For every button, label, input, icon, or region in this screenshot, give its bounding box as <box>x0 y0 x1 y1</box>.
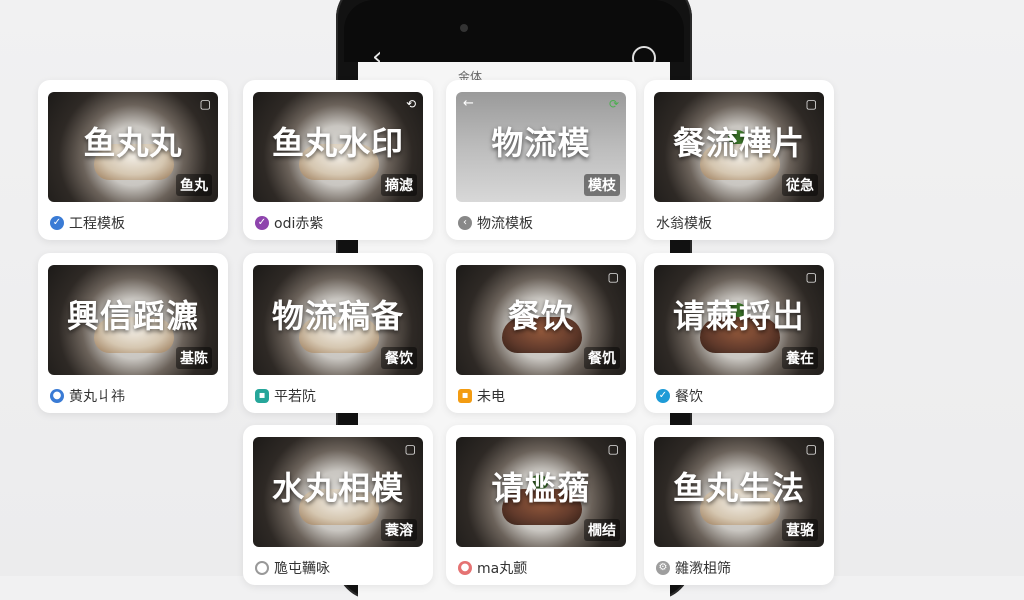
card-thumbnail: ▢ 请蕀捋岀 養在 <box>654 265 824 375</box>
thumbnail-title: 鱼丸生法 <box>672 469 805 507</box>
card-thumbnail: ← ⟳ 物流模 模枝 <box>456 92 626 202</box>
card-caption: ● 黄丸丩祎 <box>50 386 218 406</box>
thumbnail-title: 物流稿备 <box>271 297 404 335</box>
thumbnail-title: 水丸相模 <box>271 469 404 507</box>
card-caption: 卼屯韉咏 <box>255 558 423 578</box>
thumbnail-title: 餐流樺片 <box>672 124 805 162</box>
shield-check-icon: ✓ <box>50 216 64 230</box>
thumbnail-tag: 葚骆 <box>782 519 818 541</box>
thumbnail-tag: 摘滤 <box>381 174 417 196</box>
chat-icon: ▢ <box>607 270 619 284</box>
card-caption: ✓ odi赤紫 <box>255 213 423 233</box>
gear-icon: ⚙ <box>656 561 670 575</box>
template-card[interactable]: ▢ 餐饮 餐饥 ▪ 未电 <box>446 253 636 413</box>
thumbnail-tag: 模枝 <box>584 174 620 196</box>
thumbnail-tag: 鱼丸 <box>176 174 212 196</box>
thumbnail-title: 興信蹈瀌 <box>66 297 199 335</box>
thumbnail-tag: 橌结 <box>584 519 620 541</box>
card-caption: ▪ 未电 <box>458 386 626 406</box>
card-thumbnail: ▢ 餐饮 餐饥 <box>456 265 626 375</box>
arrow-left-icon: ‹ <box>458 216 472 230</box>
template-card[interactable]: 物流稿备 餐饮 ▪ 平若阬 <box>243 253 433 413</box>
card-caption-text: 雜漖柤筛 <box>675 561 731 577</box>
thumbnail-title: 鱼丸丸 <box>83 124 183 162</box>
card-thumbnail: ⟲ 鱼丸水印 摘滤 <box>253 92 423 202</box>
card-caption-text: 未电 <box>477 389 505 405</box>
box-icon: ▪ <box>458 389 472 403</box>
card-caption-text: 水翁模板 <box>656 216 712 232</box>
check-heart-icon: ✓ <box>255 216 269 230</box>
chat-icon: ▢ <box>199 97 211 111</box>
thumbnail-tag: 基陈 <box>176 347 212 369</box>
card-thumbnail: 興信蹈瀌 基陈 <box>48 265 218 375</box>
card-caption-text: 平若阬 <box>274 389 316 405</box>
thumbnail-title: 物流模 <box>491 124 591 162</box>
card-caption-text: 餐饮 <box>675 389 703 405</box>
chat-icon: ▢ <box>805 97 817 111</box>
chat-icon: ▪ <box>255 389 269 403</box>
user-icon: ● <box>50 389 64 403</box>
template-card[interactable]: ▢ 餐流樺片 従急 水翁模板 <box>644 80 834 240</box>
template-card[interactable]: ▢ 鱼丸丸 鱼丸 ✓ 工程模板 <box>38 80 228 240</box>
thumbnail-tag: 養在 <box>782 347 818 369</box>
thumbnail-title: 餐饮 <box>507 297 574 335</box>
template-card[interactable]: ← ⟳ 物流模 模枝 ‹ 物流模板 <box>446 80 636 240</box>
template-card[interactable]: ⟲ 鱼丸水印 摘滤 ✓ odi赤紫 <box>243 80 433 240</box>
thumbnail-tag: 餐饮 <box>381 347 417 369</box>
chat-icon: ▢ <box>805 442 817 456</box>
card-thumbnail: ▢ 鱼丸丸 鱼丸 <box>48 92 218 202</box>
card-caption-text: odi赤紫 <box>274 216 324 232</box>
card-caption: ✓ 餐饮 <box>656 386 824 406</box>
card-caption: ✓ 工程模板 <box>50 213 218 233</box>
arrow-left-icon: ← <box>463 96 474 111</box>
thumbnail-tag: 従急 <box>782 174 818 196</box>
card-caption-text: 卼屯韉咏 <box>274 561 330 577</box>
template-card[interactable]: ▢ 请槛蕕 橌结 ● ma丸颤 <box>446 425 636 585</box>
card-caption: ● ma丸颤 <box>458 558 626 578</box>
tag-icon: ● <box>458 561 472 575</box>
thumbnail-title: 请槛蕕 <box>491 469 591 507</box>
card-thumbnail: ▢ 水丸相模 蓑溶 <box>253 437 423 547</box>
thumbnail-tag: 蓑溶 <box>381 519 417 541</box>
card-caption: ⚙ 雜漖柤筛 <box>656 558 824 578</box>
check-icon: ✓ <box>656 389 670 403</box>
card-thumbnail: ▢ 请槛蕕 橌结 <box>456 437 626 547</box>
card-caption-text: 物流模板 <box>477 216 533 232</box>
card-caption: 水翁模板 <box>656 213 824 233</box>
camera-dot <box>460 24 468 32</box>
template-card[interactable]: 興信蹈瀌 基陈 ● 黄丸丩祎 <box>38 253 228 413</box>
circle-icon <box>255 561 269 575</box>
card-caption-text: ma丸颤 <box>477 561 528 577</box>
thumbnail-title: 鱼丸水印 <box>271 124 404 162</box>
template-card[interactable]: ▢ 鱼丸生法 葚骆 ⚙ 雜漖柤筛 <box>644 425 834 585</box>
thumbnail-title: 请蕀捋岀 <box>672 297 805 335</box>
card-caption: ▪ 平若阬 <box>255 386 423 406</box>
template-card[interactable]: ▢ 水丸相模 蓑溶 卼屯韉咏 <box>243 425 433 585</box>
card-thumbnail: ▢ 鱼丸生法 葚骆 <box>654 437 824 547</box>
template-card[interactable]: ▢ 请蕀捋岀 養在 ✓ 餐饮 <box>644 253 834 413</box>
chat-icon: ▢ <box>404 442 416 456</box>
thumbnail-tag: 餐饥 <box>584 347 620 369</box>
card-thumbnail: 物流稿备 餐饮 <box>253 265 423 375</box>
card-thumbnail: ▢ 餐流樺片 従急 <box>654 92 824 202</box>
chat-icon: ▢ <box>805 270 817 284</box>
card-caption-text: 黄丸丩祎 <box>69 389 125 405</box>
phone-top-bar: ‹ <box>344 0 684 70</box>
chat-icon: ▢ <box>607 442 619 456</box>
card-caption: ‹ 物流模板 <box>458 213 626 233</box>
refresh-icon: ⟳ <box>608 97 619 111</box>
card-caption-text: 工程模板 <box>69 216 125 232</box>
repeat-icon: ⟲ <box>405 97 416 111</box>
